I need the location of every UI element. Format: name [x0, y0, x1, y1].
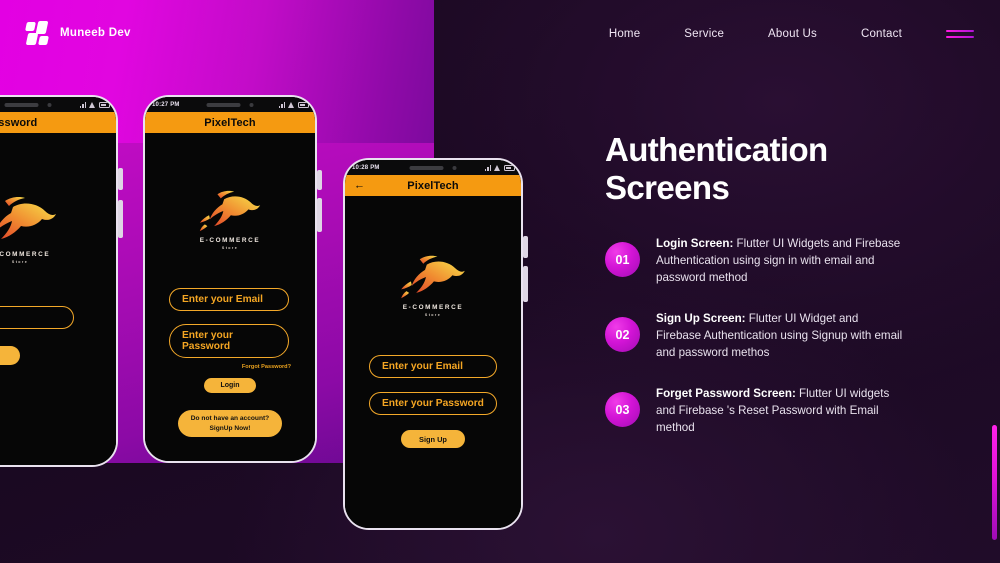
feature-number-badge: 03	[605, 392, 640, 428]
feature-number-badge: 02	[605, 317, 640, 353]
nav-item-contact[interactable]: Contact	[861, 24, 902, 44]
front-camera-dot	[249, 102, 254, 107]
signup-button[interactable]: Sign Up	[401, 430, 465, 448]
status-time: 10:27 PM	[152, 101, 180, 108]
status-bar: 10:28 PM	[345, 160, 521, 175]
phone-side-button[interactable]	[523, 236, 528, 258]
edge-accent-bar	[992, 425, 997, 540]
phone-speaker-grille	[206, 102, 254, 107]
hummingbird-logo-icon	[401, 255, 465, 299]
front-camera-dot	[452, 165, 457, 170]
status-icons	[278, 101, 309, 108]
forgot-password-link[interactable]: Forgot Password?	[242, 364, 291, 370]
signal-icon	[79, 101, 86, 108]
phone-body: E-COMMERCE Store Enter your Email Enter …	[345, 196, 521, 528]
hamburger-menu-icon[interactable]	[946, 30, 974, 38]
status-icons	[79, 101, 110, 108]
arrow-left-icon[interactable]: ←	[354, 180, 365, 191]
phone-body: E-COMMERCE Store r Email Send Reset Emai…	[0, 133, 116, 465]
nav-item-service[interactable]: Service	[684, 24, 724, 44]
feature-number-badge: 01	[605, 242, 640, 278]
logo-secondary-text: Store	[221, 246, 239, 250]
status-time: 10:28 PM	[352, 164, 380, 171]
phone-screen-login: 10:27 PM PixelTech E-COMMERCE Store Ente…	[145, 97, 315, 461]
login-button[interactable]: Login	[204, 378, 256, 393]
phone-body: E-COMMERCE Store Enter your Email Enter …	[145, 133, 315, 461]
status-icons	[484, 164, 515, 171]
email-input-field[interactable]: Enter your Email	[369, 355, 497, 378]
logo-primary-text: E-COMMERCE	[199, 237, 261, 244]
logo-secondary-text: Store	[11, 260, 29, 264]
signup-prompt-line1: Do not have an account?	[190, 415, 270, 422]
brand-name: Muneeb Dev	[60, 27, 131, 39]
app-bar: ← PixelTech	[345, 175, 521, 196]
signal-icon	[484, 164, 491, 171]
headline-line-2: Screens	[605, 168, 730, 206]
battery-icon	[99, 101, 110, 108]
battery-icon	[298, 101, 309, 108]
wifi-icon	[89, 101, 96, 108]
phone-screen-forget-password: 10:27 PM Password	[0, 97, 116, 465]
signal-icon	[278, 101, 285, 108]
status-bar: 10:27 PM	[0, 97, 116, 112]
list-item: 01 Login Screen: Flutter UI Widgets and …	[605, 233, 905, 286]
logo-secondary-text: Store	[424, 313, 442, 317]
feature-title: Sign Up Screen:	[656, 312, 746, 326]
phone-volume-button[interactable]	[523, 266, 528, 302]
phone-speaker-grille	[409, 165, 457, 170]
page-title: Authentication Screens	[605, 131, 905, 206]
app-logo: E-COMMERCE Store	[400, 254, 466, 317]
email-input-field[interactable]: r Email	[0, 306, 74, 329]
nav-item-home[interactable]: Home	[609, 24, 640, 44]
phone-mockup-forget-password: 10:27 PM Password	[0, 95, 118, 467]
logo-primary-text: E-COMMERCE	[402, 304, 464, 311]
app-bar-title: PixelTech	[407, 179, 459, 192]
wifi-icon	[494, 164, 501, 171]
list-item: 03 Forget Password Screen: Flutter UI wi…	[605, 383, 905, 436]
password-input-field[interactable]: Enter your Password	[169, 324, 289, 358]
app-bar-title: PixelTech	[204, 116, 256, 129]
nav-item-about-us[interactable]: About Us	[768, 24, 817, 44]
app-bar: PixelTech	[145, 112, 315, 133]
send-reset-email-button[interactable]: Send Reset Email	[0, 346, 20, 365]
phone-volume-button[interactable]	[118, 200, 123, 238]
app-bar: Password	[0, 112, 116, 133]
feature-title: Forget Password Screen:	[656, 387, 796, 401]
feature-description: Sign Up Screen: Flutter UI Widget and Fi…	[656, 308, 905, 361]
signup-prompt-button[interactable]: Do not have an account? SignUp Now!	[178, 410, 282, 438]
app-logo: E-COMMERCE Store	[0, 195, 57, 264]
signup-prompt-line2: SignUp Now!	[209, 424, 251, 432]
phone-side-button[interactable]	[317, 170, 322, 190]
top-navigation: Home Service About Us Contact	[609, 24, 974, 44]
feature-description: Login Screen: Flutter UI Widgets and Fir…	[656, 233, 905, 286]
email-input-field[interactable]: Enter your Email	[169, 288, 289, 311]
phone-side-button[interactable]	[118, 168, 123, 190]
hummingbird-logo-icon	[0, 197, 56, 239]
phone-speaker-grille	[4, 102, 52, 107]
headline-line-1: Authentication	[605, 131, 828, 168]
phone-mockup-signup: 10:28 PM ← PixelTech E-COMMERCE Store En…	[343, 158, 523, 530]
list-item: 02 Sign Up Screen: Flutter UI Widget and…	[605, 308, 905, 361]
feature-description: Forget Password Screen: Flutter UI widge…	[656, 383, 905, 436]
app-bar-title: Password	[0, 116, 38, 129]
phone-screen-signup: 10:28 PM ← PixelTech E-COMMERCE Store En…	[345, 160, 521, 528]
feature-list: 01 Login Screen: Flutter UI Widgets and …	[605, 233, 905, 436]
logo-primary-text: E-COMMERCE	[0, 251, 51, 258]
status-bar: 10:27 PM	[145, 97, 315, 112]
phone-volume-button[interactable]	[317, 198, 322, 232]
page-root: Muneeb Dev Home Service About Us Contact…	[0, 0, 1000, 563]
phone-mockup-login: 10:27 PM PixelTech E-COMMERCE Store Ente…	[143, 95, 317, 463]
rhombus-cluster-logo-icon	[25, 21, 50, 45]
app-logo: E-COMMERCE Store	[199, 189, 261, 250]
password-input-field[interactable]: Enter your Password	[369, 392, 497, 415]
front-camera-dot	[47, 102, 52, 107]
feature-title: Login Screen:	[656, 237, 734, 251]
wifi-icon	[288, 101, 295, 108]
hummingbird-logo-icon	[199, 190, 261, 232]
battery-icon	[504, 164, 515, 171]
brand-logo[interactable]: Muneeb Dev	[25, 21, 131, 45]
content-column: Authentication Screens 01 Login Screen: …	[605, 131, 905, 459]
